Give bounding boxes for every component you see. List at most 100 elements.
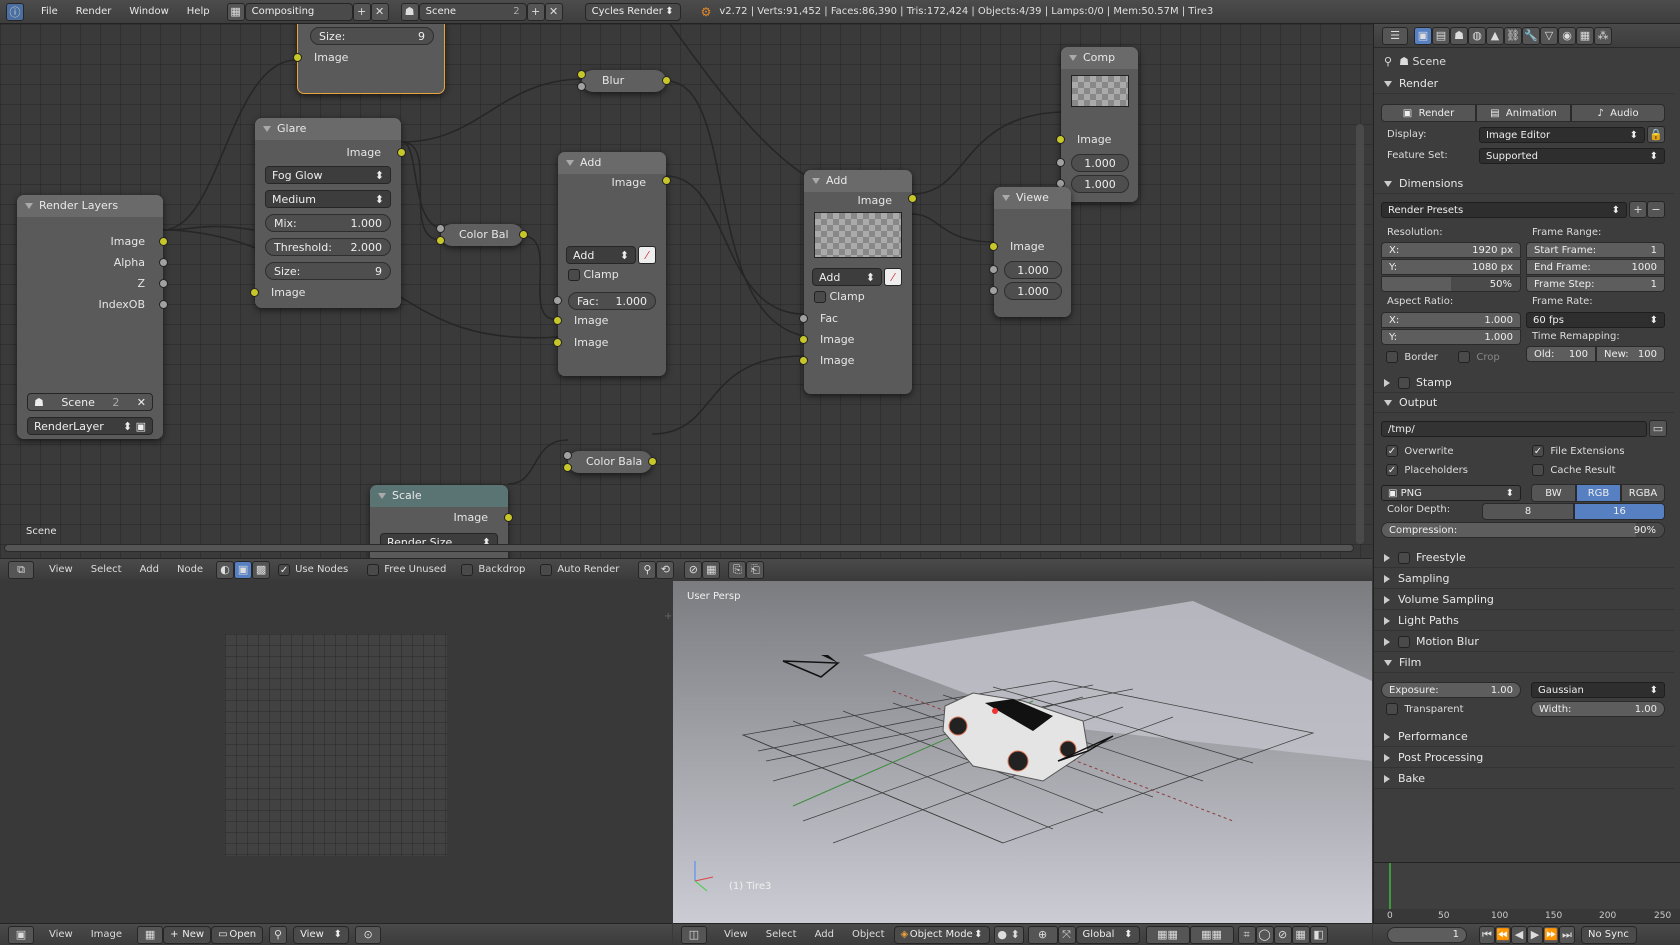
- render-icon[interactable]: ◧: [1309, 925, 1328, 944]
- mode-select[interactable]: ◈ Object Mode ⬍: [893, 925, 990, 944]
- add-node-1[interactable]: Add Image Add ⬍ ⁄ Clamp Fac: 1.000 Image I…: [553, 152, 671, 376]
- socket[interactable]: [908, 194, 917, 203]
- compression-field[interactable]: Compression: 90%: [1381, 522, 1665, 538]
- pivot-icon[interactable]: ⊕: [1027, 925, 1058, 944]
- socket[interactable]: [159, 237, 168, 246]
- auto-render-checkbox[interactable]: [540, 563, 553, 576]
- orientation-select[interactable]: Global ⬍: [1075, 925, 1140, 944]
- composite-node[interactable]: Comp Image 1.000 1.000: [1056, 47, 1138, 202]
- proportional-icon[interactable]: ◯: [1255, 925, 1274, 944]
- socket[interactable]: [563, 463, 572, 472]
- aspect-y-field[interactable]: Y: 1.000: [1381, 329, 1521, 345]
- menu-add[interactable]: Add: [131, 564, 168, 575]
- menu-view[interactable]: View: [40, 564, 82, 575]
- motion-blur-panel-header[interactable]: Motion Blur: [1374, 632, 1674, 652]
- socket[interactable]: [553, 338, 562, 347]
- node-title[interactable]: Scale: [370, 485, 508, 507]
- fps-select[interactable]: 60 fps ⬍: [1526, 312, 1665, 328]
- 3d-viewport[interactable]: User Persp (1) Tire3: [673, 581, 1372, 923]
- scene-icon[interactable]: ☗: [400, 2, 419, 21]
- socket[interactable]: [159, 279, 168, 288]
- socket[interactable]: [799, 314, 808, 323]
- close-icon[interactable]: ✕: [137, 396, 146, 409]
- output-panel-header[interactable]: Output: [1374, 393, 1674, 413]
- scene-selector[interactable]: ☗ Scene 2 ✕: [27, 393, 153, 411]
- editor-type-icon[interactable]: ▣: [8, 925, 34, 944]
- res-x-field[interactable]: X: 1920 px: [1381, 242, 1521, 258]
- socket[interactable]: [662, 76, 671, 85]
- remove-preset-icon[interactable]: −: [1647, 201, 1665, 218]
- add-preset-icon[interactable]: +: [1629, 201, 1647, 218]
- menu-file[interactable]: File: [32, 6, 67, 17]
- texture-nodes-icon[interactable]: ▩: [252, 560, 271, 579]
- timeline[interactable]: 0 50 100 150 200 250: [1373, 862, 1680, 923]
- rgb-button[interactable]: RGB: [1576, 484, 1621, 502]
- clamp-checkbox[interactable]: [568, 269, 580, 281]
- socket[interactable]: [989, 242, 998, 251]
- free-unused-checkbox[interactable]: [367, 563, 380, 576]
- clamp-checkbox[interactable]: [814, 291, 826, 303]
- value-field[interactable]: 1.000: [1071, 175, 1129, 193]
- socket[interactable]: [159, 300, 168, 309]
- image-editor[interactable]: +: [0, 581, 672, 923]
- menu-render[interactable]: Render: [67, 6, 121, 17]
- glare-quality-select[interactable]: Medium ⬍: [265, 190, 391, 208]
- res-percent-field[interactable]: 50%: [1381, 276, 1521, 292]
- fac-field[interactable]: Fac: 1.000: [568, 292, 656, 310]
- socket[interactable]: [250, 288, 259, 297]
- node-title[interactable]: Comp: [1061, 47, 1138, 69]
- lock-icon[interactable]: ⌗: [1237, 925, 1256, 944]
- layout-close-icon[interactable]: ✕: [370, 2, 389, 21]
- sampling-panel-header[interactable]: Sampling: [1374, 569, 1674, 589]
- bake-panel-header[interactable]: Bake: [1374, 769, 1674, 789]
- scene-add-icon[interactable]: +: [526, 2, 545, 21]
- new-field[interactable]: New: 100: [1596, 346, 1665, 362]
- lock-icon[interactable]: 🔒: [1647, 126, 1665, 143]
- scene-tab-icon[interactable]: ☗: [1450, 26, 1468, 45]
- scene-close-icon[interactable]: ✕: [544, 2, 563, 21]
- depth-8-button[interactable]: 8: [1482, 503, 1574, 520]
- socket[interactable]: [293, 53, 302, 62]
- backdrop-checkbox[interactable]: [461, 563, 474, 576]
- color-balance-node-2[interactable]: Color Bala: [563, 451, 657, 473]
- aspect-x-field[interactable]: X: 1.000: [1381, 312, 1521, 328]
- glare-type-select[interactable]: Fog Glow ⬍: [265, 166, 391, 184]
- info-editor-icon[interactable]: ⓘ: [6, 2, 24, 21]
- editor-type-icon[interactable]: ☰: [1382, 26, 1408, 45]
- socket[interactable]: [577, 70, 586, 79]
- socket[interactable]: [159, 258, 168, 267]
- render-tab-icon[interactable]: ▣: [1414, 26, 1432, 45]
- filter-select[interactable]: Gaussian ⬍: [1531, 682, 1665, 698]
- socket[interactable]: [519, 230, 528, 239]
- blend-mode-select[interactable]: Add ⬍: [812, 268, 882, 286]
- object-tab-icon[interactable]: ▲: [1486, 26, 1504, 45]
- frame-step-field[interactable]: Frame Step: 1: [1526, 276, 1665, 292]
- snap-element-icon[interactable]: ▦: [702, 560, 721, 579]
- clamp-row[interactable]: Clamp: [814, 290, 865, 303]
- layout-field[interactable]: Compositing: [244, 2, 353, 21]
- size-field[interactable]: Size: 9: [265, 262, 391, 280]
- freestyle-panel-header[interactable]: Freestyle: [1374, 548, 1674, 568]
- data-tab-icon[interactable]: ▽: [1540, 26, 1558, 45]
- output-path-field[interactable]: /tmp/: [1381, 421, 1647, 437]
- open-image-button[interactable]: ▭ Open: [211, 925, 264, 944]
- post-processing-panel-header[interactable]: Post Processing: [1374, 748, 1674, 768]
- socket[interactable]: [553, 316, 562, 325]
- layers-icon[interactable]: ▦▦: [1145, 925, 1190, 944]
- animation-button[interactable]: ▤ Animation: [1476, 104, 1571, 122]
- socket[interactable]: [553, 296, 562, 305]
- texture-tab-icon[interactable]: ▦: [1576, 26, 1594, 45]
- prev-key-icon[interactable]: ⏪: [1495, 925, 1511, 944]
- current-frame-field[interactable]: 1: [1387, 926, 1467, 943]
- crop-checkbox[interactable]: [1458, 351, 1470, 363]
- menu-add[interactable]: Add: [806, 929, 843, 940]
- socket[interactable]: [799, 335, 808, 344]
- engine-select[interactable]: Cycles Render ⬍: [584, 2, 681, 21]
- border-row[interactable]: Border: [1386, 351, 1438, 363]
- socket[interactable]: [436, 236, 445, 245]
- current-frame-marker[interactable]: [1389, 863, 1391, 911]
- viewer-node[interactable]: Viewe Image 1.000 1.000: [989, 187, 1071, 317]
- threshold-field[interactable]: Threshold: 2.000: [265, 238, 391, 256]
- snap-icon[interactable]: ⊘: [684, 560, 703, 579]
- paste-icon[interactable]: ⎗: [746, 560, 765, 579]
